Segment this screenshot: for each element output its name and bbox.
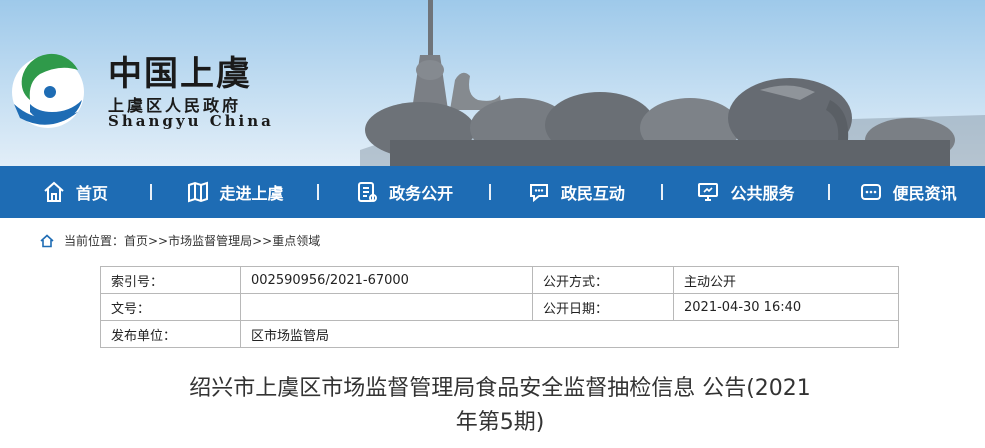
doc-number-value (240, 293, 533, 321)
main-nav: 首页 走进上虞 政务公开 政民互动 公共服务 便民资讯 (0, 166, 985, 218)
logo-title: 中国上虞 (108, 54, 252, 94)
nav-item-affairs[interactable]: 政务公开 (319, 166, 489, 218)
table-row: 发布单位： 区市场监管局 (100, 320, 899, 348)
monitor-icon (698, 183, 719, 201)
header-banner: 中国上虞 上虞区人民政府 Shangyu China (0, 0, 985, 166)
doc-number-label: 文号： (100, 293, 241, 321)
nav-label-home: 首页 (75, 184, 108, 203)
nav-item-services[interactable]: 公共服务 (663, 166, 829, 218)
nav-label-affairs: 政务公开 (389, 184, 454, 203)
home-icon (40, 233, 54, 247)
article-title-line1: 绍兴市上虞区市场监督管理局食品安全监督抽检信息 公告(2021 (189, 376, 811, 401)
nav-item-interaction[interactable]: 政民互动 (491, 166, 661, 218)
table-row: 文号： 公开日期： 2021-04-30 16:40 (100, 293, 899, 321)
article-title-line2: 年第5期) (455, 410, 545, 435)
document-icon (358, 182, 378, 202)
breadcrumb: 当前位置：首页>>市场监督管理局>>重点领域 (40, 232, 320, 249)
index-label: 索引号： (100, 266, 241, 294)
article-title: 绍兴市上虞区市场监督管理局食品安全监督抽检信息 公告(2021 年第5期) (120, 372, 880, 440)
method-value: 主动公开 (673, 266, 899, 294)
nav-item-home[interactable]: 首页 (0, 166, 150, 218)
message-icon (860, 184, 881, 200)
nav-item-about[interactable]: 走进上虞 (152, 166, 318, 218)
nav-label-about: 走进上虞 (219, 184, 284, 203)
document-info-table: 索引号： 002590956/2021-67000 公开方式： 主动公开 文号：… (100, 266, 899, 348)
nav-label-interaction: 政民互动 (560, 184, 625, 203)
date-value: 2021-04-30 16:40 (673, 293, 899, 321)
date-label: 公开日期： (532, 293, 674, 321)
unit-value: 区市场监管局 (240, 320, 899, 348)
index-value: 002590956/2021-67000 (240, 266, 533, 294)
map-icon (187, 181, 208, 203)
method-label: 公开方式： (532, 266, 674, 294)
nav-label-info: 便民资讯 (892, 184, 957, 203)
nav-divider (149, 184, 152, 200)
logo-english: Shangyu China (108, 112, 274, 130)
table-row: 索引号： 002590956/2021-67000 公开方式： 主动公开 (100, 266, 899, 294)
nav-divider (489, 184, 492, 200)
nav-divider (660, 184, 663, 200)
nav-label-services: 公共服务 (730, 184, 795, 203)
home-icon (44, 181, 64, 202)
nav-divider (317, 184, 320, 200)
breadcrumb-text[interactable]: 当前位置：首页>>市场监督管理局>>重点领域 (64, 232, 320, 249)
nav-divider (828, 184, 831, 200)
chat-icon (529, 184, 548, 203)
unit-label: 发布单位： (100, 320, 241, 348)
nav-item-info[interactable]: 便民资讯 (830, 166, 985, 218)
